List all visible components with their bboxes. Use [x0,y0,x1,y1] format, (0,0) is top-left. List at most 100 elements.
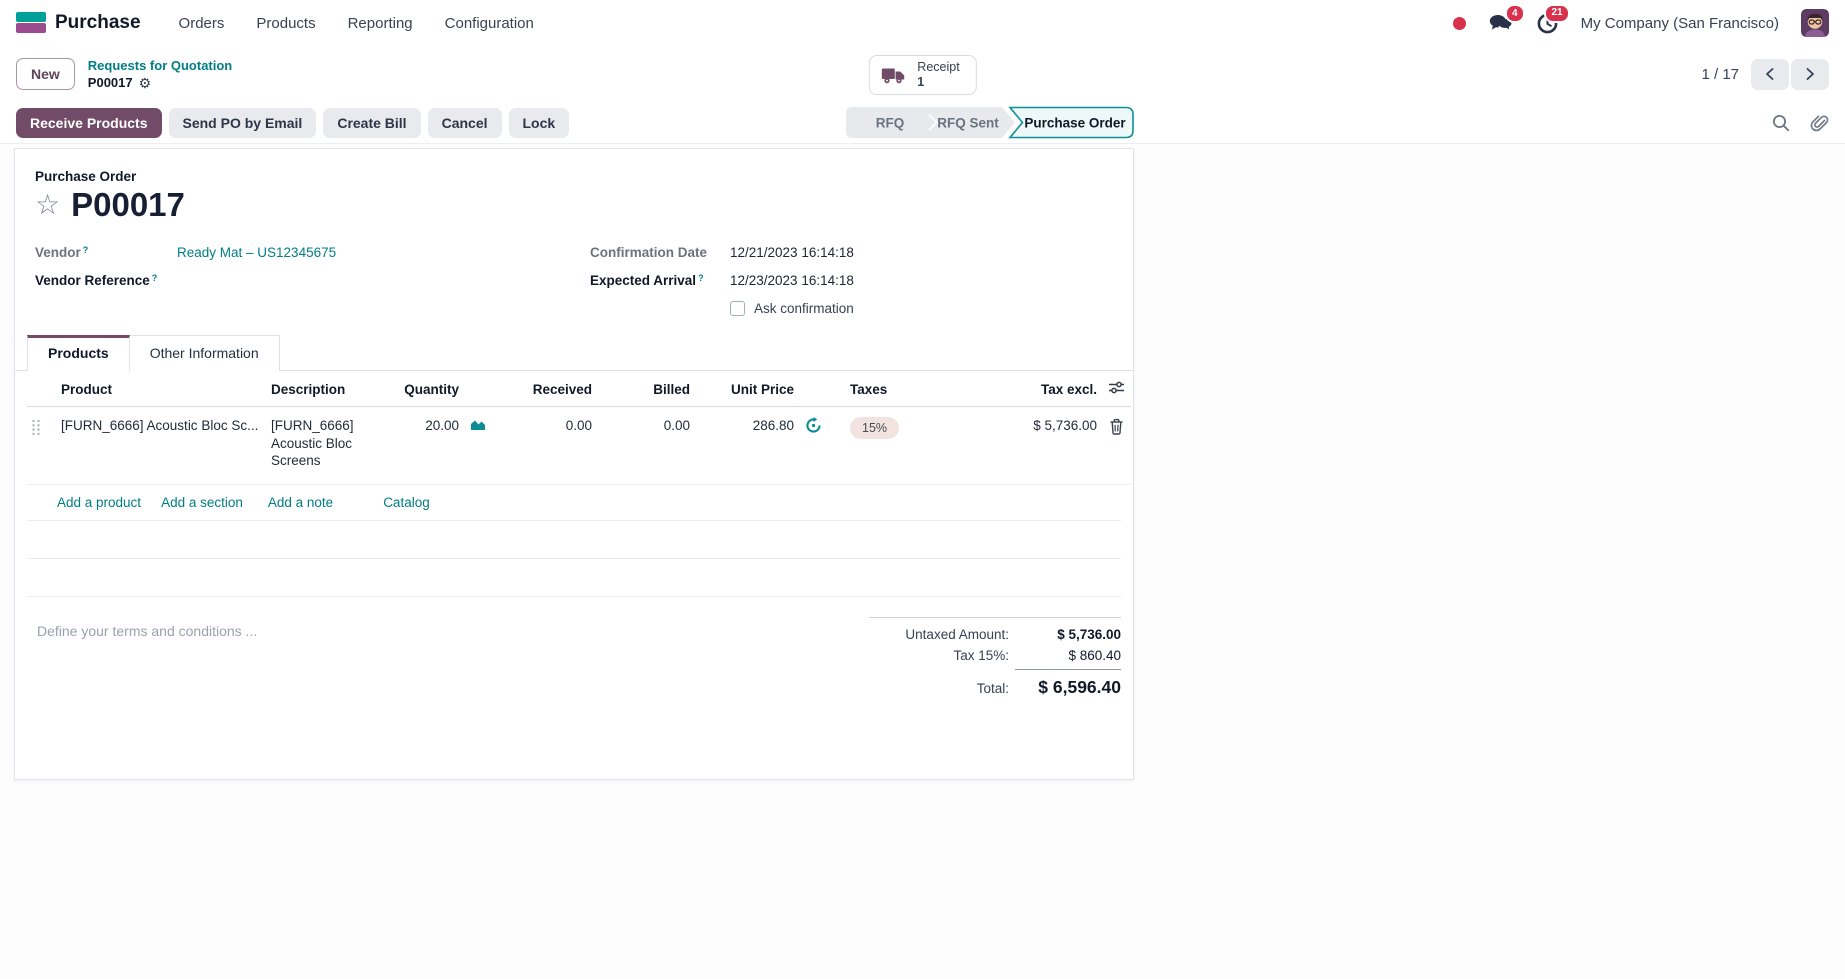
activities-badge: 21 [1544,3,1570,23]
col-price-icon-spacer [798,371,826,408]
cell-quantity[interactable]: 20.00 [379,406,463,485]
add-a-section-link[interactable]: Add a section [161,495,243,510]
user-avatar[interactable] [1801,9,1829,37]
pager-previous-button[interactable] [1751,58,1789,90]
tab-other-information[interactable]: Other Information [129,335,280,372]
cell-description[interactable]: [FURN_6666] Acoustic Bloc Screens [267,406,379,485]
col-unit-price[interactable]: Unit Price [694,371,798,408]
page-title: P00017 [71,186,185,223]
total-value: $ 6,596.40 [1038,676,1121,697]
paperclip-icon[interactable] [1809,113,1829,133]
lock-button[interactable]: Lock [508,107,570,138]
tax-badge[interactable]: 15% [850,417,900,439]
status-dot-icon[interactable] [1452,16,1466,30]
confirmation-date-value: 12/21/2023 16:14:18 [730,245,854,261]
catalog-link[interactable]: Catalog [383,495,430,510]
order-lines-list: Product Description Quantity Received Bi… [27,371,1131,597]
add-a-note-link[interactable]: Add a note [268,495,333,510]
expected-arrival-value[interactable]: 12/23/2023 16:14:18 [730,273,854,288]
menu-reporting[interactable]: Reporting [348,15,413,32]
cell-product[interactable]: [FURN_6666] Acoustic Bloc Sc... [57,406,267,485]
cell-received[interactable]: 0.00 [491,406,596,485]
col-taxes[interactable]: Taxes [826,371,938,408]
col-billed[interactable]: Billed [596,371,694,408]
pager-counter: 1 / 17 [1701,65,1739,83]
help-question-icon: ? [82,245,89,256]
app-switcher[interactable]: Purchase [16,11,141,35]
messages-badge: 4 [1505,4,1525,23]
gear-icon[interactable]: ⚙ [139,76,152,90]
tax-label: Tax 15%: [953,647,1009,663]
messages-button[interactable]: 4 [1488,4,1525,34]
menu-products[interactable]: Products [256,15,315,32]
status-steps: RFQ RFQ Sent Purchase Order [845,106,1141,144]
receipt-stat-label: Receipt [917,60,960,74]
notebook-tabs: Products Other Information [15,334,1133,372]
menu-configuration[interactable]: Configuration [445,15,534,32]
breadcrumb-parent-link[interactable]: Requests for Quotation [88,58,232,73]
doc-type-label: Purchase Order [35,169,137,184]
menu-orders[interactable]: Orders [179,15,225,32]
handle-column-header [27,371,57,408]
main-menu: Orders Products Reporting Configuration [179,15,534,32]
form-view: Purchase Order ☆ P00017 Vendor? Ready Ma… [0,144,1845,979]
untaxed-amount-value: $ 5,736.00 [1057,626,1121,642]
ask-confirmation-label: Ask confirmation [754,301,854,317]
systray: 4 21 My Company (San Francisco) [1452,3,1829,37]
step-purchase-order[interactable]: Purchase Order [1024,116,1126,131]
pager-next-button[interactable] [1791,58,1829,90]
odoo-logo-icon [16,11,46,35]
price-history-icon[interactable] [798,406,826,485]
vendor-reference-label: Vendor Reference? [35,273,158,289]
col-quantity[interactable]: Quantity [379,371,463,408]
tab-products[interactable]: Products [27,335,130,372]
cell-billed[interactable]: 0.00 [596,406,694,485]
vendor-reference-input[interactable] [157,273,161,288]
cell-unit-price[interactable]: 286.80 [694,406,798,485]
expected-arrival-label: Expected Arrival? [590,273,704,289]
chevron-right-icon [1806,68,1814,80]
favorite-star-icon[interactable]: ☆ [35,191,60,219]
create-bill-button[interactable]: Create Bill [323,107,421,138]
cell-taxes[interactable]: 15% [826,406,938,485]
send-po-by-email-button[interactable]: Send PO by Email [168,107,317,138]
forecast-chart-icon[interactable] [463,406,491,485]
vendor-value-link[interactable]: Ready Mat – US12345675 [177,245,336,260]
column-sliders-icon [1108,381,1124,394]
delete-line-button[interactable] [1101,406,1131,485]
vendor-label: Vendor? [35,245,89,261]
chevron-left-icon [1766,68,1774,80]
breadcrumb: Requests for Quotation P00017 ⚙ [88,58,232,90]
top-nav-bar: Purchase Orders Products Reporting Confi… [0,0,1845,46]
app-name: Purchase [55,12,141,33]
optional-columns-button[interactable] [1101,371,1131,408]
drag-handle[interactable] [27,406,57,485]
receipt-stat-button[interactable]: Receipt 1 [868,55,977,95]
totals-divider [1015,668,1121,670]
order-line-row[interactable]: [FURN_6666] Acoustic Bloc Sc... [FURN_66… [27,406,1131,485]
col-product[interactable]: Product [57,371,267,408]
new-button[interactable]: New [16,58,75,90]
ask-confirmation-checkbox[interactable] [730,301,745,317]
list-header-row: Product Description Quantity Received Bi… [27,371,1131,408]
truck-icon [880,66,907,85]
field-group: Vendor? Ready Mat – US12345675 Vendor Re… [35,245,1113,317]
list-footer-links: Add a product Add a section Add a note C… [27,485,1121,521]
company-selector[interactable]: My Company (San Francisco) [1581,15,1779,32]
control-panel: New Requests for Quotation P00017 ⚙ Rece… [0,46,1845,102]
receive-products-button[interactable]: Receive Products [16,107,162,138]
total-label: Total: [976,680,1009,696]
terms-and-conditions-input[interactable]: Define your terms and conditions ... [27,617,257,704]
cancel-button[interactable]: Cancel [427,107,502,138]
activities-button[interactable]: 21 [1536,3,1570,35]
search-icon[interactable] [1771,113,1791,133]
col-tax-excl[interactable]: Tax excl. [938,371,1101,408]
step-rfq[interactable]: RFQ [876,116,905,131]
help-question-icon: ? [698,273,704,284]
col-received[interactable]: Received [491,371,596,408]
add-a-product-link[interactable]: Add a product [57,495,141,510]
col-description[interactable]: Description [267,371,379,408]
breadcrumb-current: P00017 [87,75,133,90]
step-rfq-sent[interactable]: RFQ Sent [937,116,999,131]
action-bar: Receive Products Send PO by Email Create… [0,102,1845,144]
